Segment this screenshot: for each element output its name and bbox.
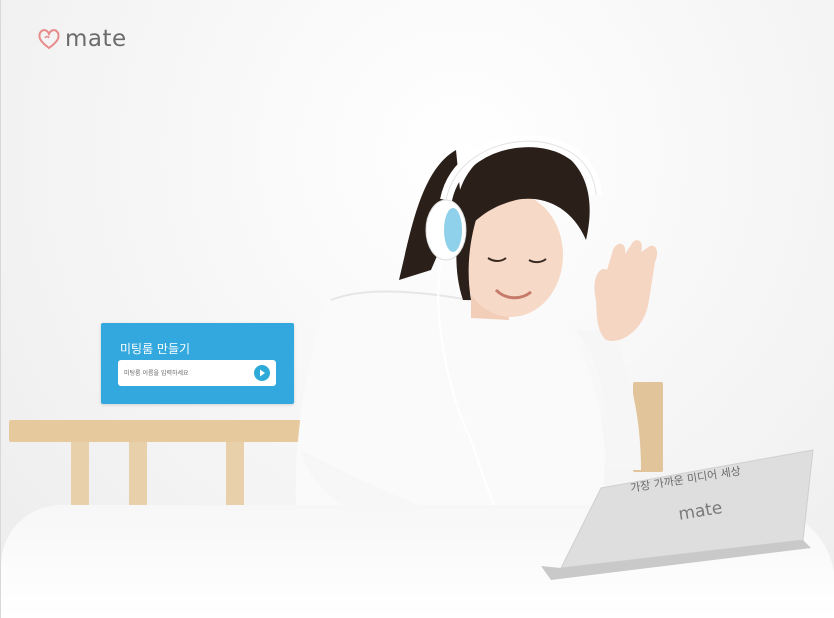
create-meeting-room-button[interactable]	[254, 365, 270, 381]
play-circle-icon	[260, 369, 265, 377]
brand-logo[interactable]: mate	[37, 26, 127, 52]
meeting-room-name-field	[118, 360, 276, 386]
heart-logo-icon	[38, 29, 60, 50]
landing-page: 가장 가까운 미디어 세상 mate mate 미팅룸 만들기	[0, 0, 834, 618]
meeting-room-name-input[interactable]	[124, 365, 244, 381]
brand-logo-text: mate	[65, 26, 127, 52]
create-meeting-room-card: 미팅룸 만들기	[101, 323, 294, 404]
create-meeting-room-title: 미팅룸 만들기	[120, 342, 191, 356]
